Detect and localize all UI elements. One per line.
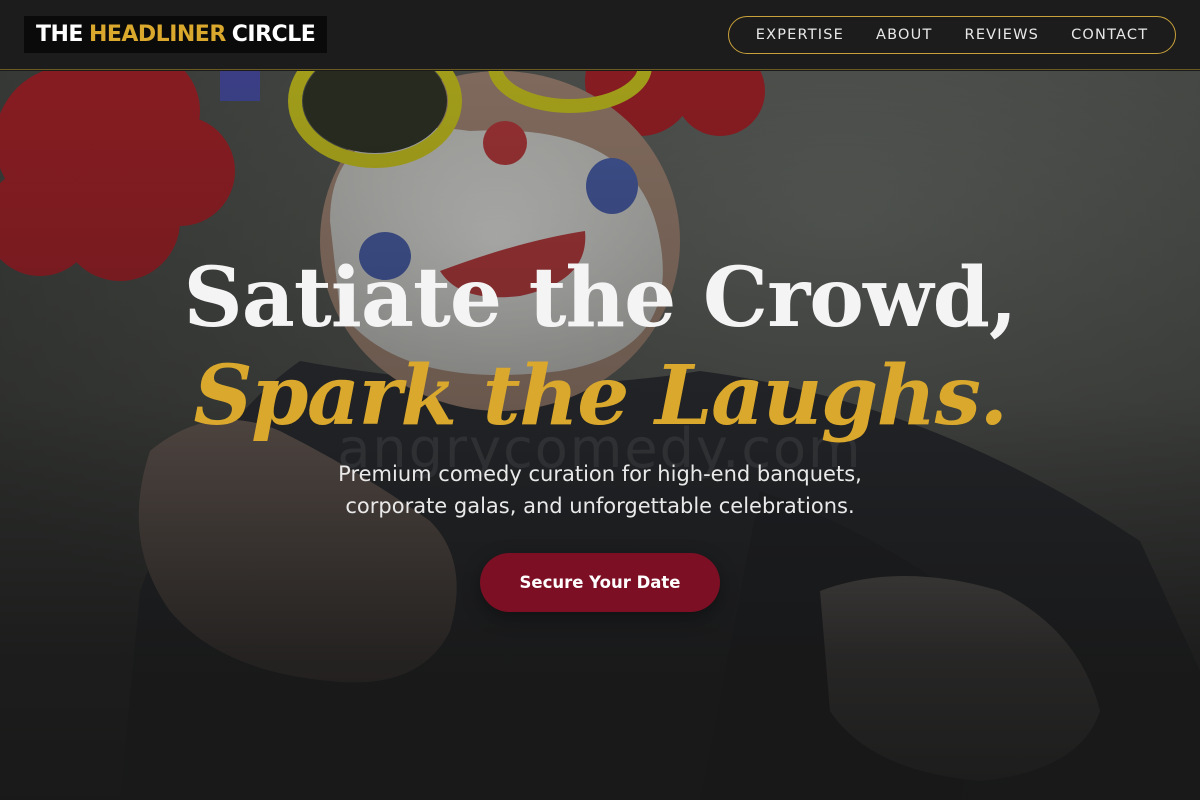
hero-headline-line1: Satiate the Crowd,: [183, 250, 1018, 346]
logo-highlight: HEADLINER: [88, 22, 226, 47]
logo-prefix: THE: [36, 22, 83, 47]
brand-logo[interactable]: THE HEADLINER CIRCLE: [24, 16, 328, 53]
hero-subtext-line1: Premium comedy curation for high-end ban…: [338, 462, 862, 486]
hero-headline-line2: Spark the Laughs.: [193, 348, 1008, 444]
site-header: THE HEADLINER CIRCLE EXPERTISE ABOUT REVIE…: [0, 0, 1200, 70]
nav-about[interactable]: ABOUT: [876, 27, 933, 43]
secure-date-button[interactable]: Secure Your Date: [480, 553, 720, 612]
nav-contact[interactable]: CONTACT: [1071, 27, 1148, 43]
main-nav: EXPERTISE ABOUT REVIEWS CONTACT: [728, 16, 1176, 54]
nav-reviews[interactable]: REVIEWS: [965, 27, 1040, 43]
hero-subtext: Premium comedy curation for high-end ban…: [0, 458, 1200, 522]
nav-expertise[interactable]: EXPERTISE: [756, 27, 844, 43]
logo-suffix: CIRCLE: [231, 22, 316, 47]
hero-subtext-line2: corporate galas, and unforgettable celeb…: [345, 494, 855, 518]
